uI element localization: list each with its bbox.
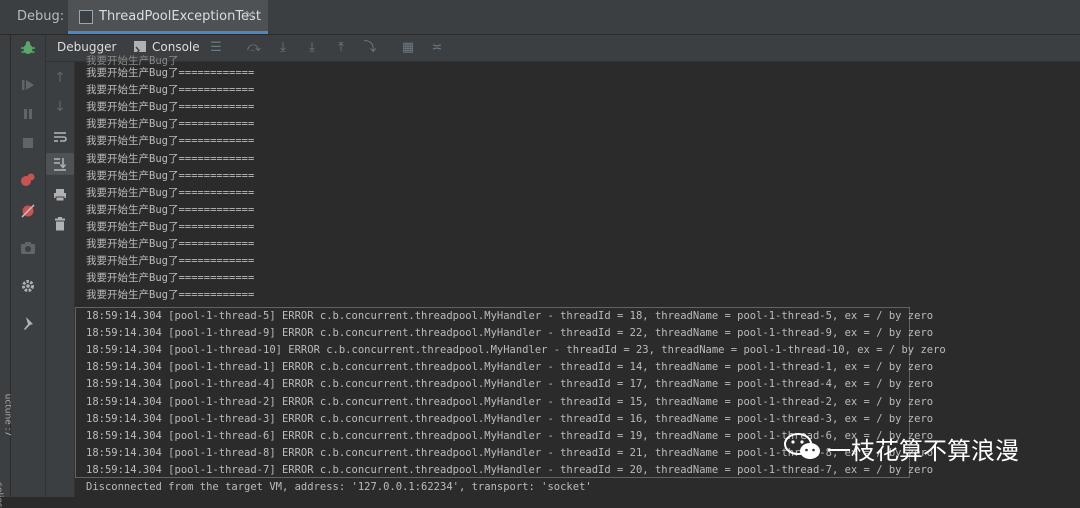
down-arrow-icon[interactable]: ↓ — [46, 96, 74, 118]
console-log-line: 我要开始生产Bug了============ — [86, 272, 255, 285]
console-log-line: 我要开始生产Bug了============ — [86, 203, 255, 216]
console-log-line: 我要开始生产Bug了============ — [86, 255, 255, 268]
console-error-line: 18:59:14.304 [pool-1-thread-4] ERROR c.b… — [86, 378, 934, 391]
console-log-line: 我要开始生产Bug了============ — [86, 67, 255, 79]
print-icon[interactable] — [46, 184, 74, 206]
evaluate-table-icon[interactable]: ▦ — [398, 38, 418, 58]
left-tool-strip: uctune :7 solies — [0, 35, 12, 508]
up-arrow-icon[interactable]: ↑ — [46, 67, 74, 89]
show-execution-point-icon[interactable]: ⤼ — [244, 38, 264, 58]
console-error-line: 18:59:14.304 [pool-1-thread-10] ERROR c.… — [86, 344, 946, 357]
pin-icon[interactable] — [11, 313, 45, 335]
run-config-tab[interactable]: ThreadPoolExceptionTest × — [68, 0, 268, 34]
view-breakpoints-icon[interactable] — [11, 169, 45, 191]
console-log-line: 我要开始生产Bug了============ — [86, 169, 255, 182]
debug-tool-window-header: Debug: ThreadPoolExceptionTest × — [0, 0, 1080, 35]
console-log-line: 我要开始生产Bug了============ — [86, 238, 255, 250]
console-error-line: 18:59:14.304 [pool-1-thread-3] ERROR c.b… — [86, 412, 934, 425]
close-tab-icon[interactable]: × — [244, 7, 256, 23]
wechat-icon — [783, 432, 823, 462]
step-into-icon[interactable]: ⤓ — [302, 38, 322, 58]
console-log-line: 我要开始生产Bug了============ — [86, 101, 255, 114]
console-log-line: 我要开始生产Bug了============ — [86, 186, 255, 199]
step-out-icon[interactable]: ⤒ — [331, 38, 351, 58]
tab-debugger[interactable]: Debugger — [57, 40, 116, 54]
step-over-icon[interactable]: ⤓ — [273, 38, 293, 58]
watermark-text: 一枝花算不算浪漫 — [827, 437, 1019, 465]
watermark: 一枝花算不算浪漫 — [783, 429, 1063, 465]
console-error-line: 18:59:14.304 [pool-1-thread-1] ERROR c.b… — [86, 361, 934, 374]
debug-toolbar: Debugger Console ☰ ⤼ ⤓ ⤓ ⤒ ⤵ ▦ ≍ — [46, 35, 1080, 62]
camera-icon[interactable] — [11, 237, 45, 259]
console-tab-icon — [134, 41, 146, 55]
left-strip-label-2[interactable]: solies — [0, 482, 4, 507]
console-error-line: 18:59:14.304 [pool-1-thread-5] ERROR c.b… — [86, 310, 934, 322]
debug-label: Debug: — [17, 9, 65, 24]
resume-icon[interactable] — [11, 74, 45, 96]
console-log-line: 我要开始生产Bug了============ — [86, 118, 255, 131]
console-error-line: 18:59:14.304 [pool-1-thread-9] ERROR c.b… — [86, 327, 934, 340]
tab-console[interactable]: Console — [152, 40, 200, 54]
console-error-line: 18:59:14.304 [pool-1-thread-2] ERROR c.b… — [86, 395, 934, 408]
console-log-line: 我要开始生产Bug了============ — [86, 220, 255, 233]
scroll-to-end-icon[interactable] — [46, 153, 74, 175]
console-disconnect-line: Disconnected from the target VM, address… — [86, 481, 592, 493]
console-log-line: 我要开始生产Bug了============ — [86, 135, 255, 148]
console-log-line: 我要开始生产Bug了============ — [86, 152, 255, 165]
console-actions-column: ↑ ↓ — [46, 62, 75, 497]
console-log-line: 我要开始生产Bug了============ — [86, 84, 255, 97]
stop-icon[interactable] — [11, 132, 45, 154]
soft-wrap-icon[interactable] — [46, 126, 74, 148]
menu-lines-icon[interactable]: ☰ — [206, 38, 226, 58]
trash-icon[interactable] — [46, 213, 74, 235]
run-to-cursor-icon[interactable]: ⤵ — [360, 38, 380, 58]
run-config-tab-title: ThreadPoolExceptionTest — [99, 9, 261, 24]
pause-icon[interactable] — [11, 103, 45, 125]
bug-icon[interactable] — [11, 37, 45, 59]
console-log-line: 我要开始生产Bug了============ — [86, 289, 255, 302]
settings-gear-icon[interactable] — [11, 275, 45, 297]
mute-breakpoints-icon[interactable] — [11, 200, 45, 222]
trace-icon[interactable]: ≍ — [427, 38, 447, 58]
run-config-icon — [79, 10, 93, 24]
debug-actions-column — [11, 35, 46, 497]
